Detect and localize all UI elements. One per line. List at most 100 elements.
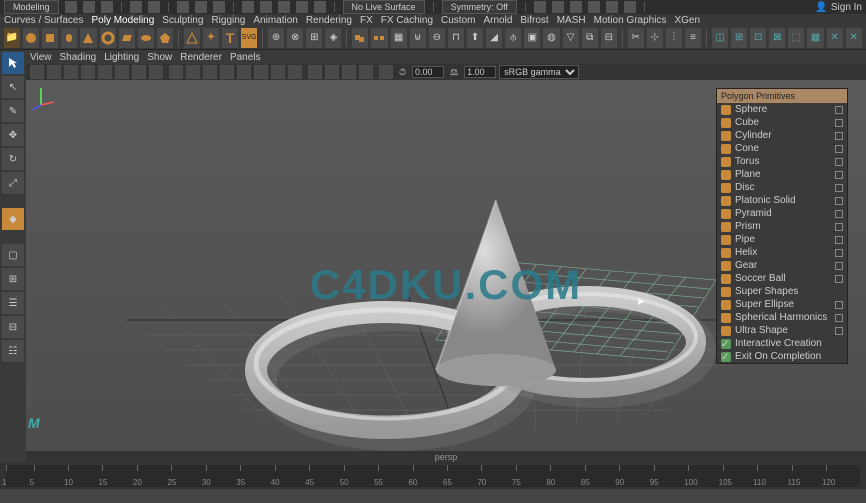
vt-xrayj-icon[interactable] <box>359 65 373 79</box>
mesh6-icon[interactable]: ▦ <box>807 28 823 48</box>
platonic-icon[interactable] <box>157 28 173 48</box>
options-box-icon[interactable] <box>835 171 843 179</box>
primitive-item-pipe[interactable]: Pipe <box>717 233 847 246</box>
vt-time-input[interactable] <box>412 66 444 78</box>
options-box-icon[interactable] <box>835 106 843 114</box>
bridge-icon[interactable]: ⫛ <box>505 28 521 48</box>
options-box-icon[interactable] <box>835 249 843 257</box>
fill-hole-icon[interactable]: ◍ <box>543 28 559 48</box>
viewport-menu-3[interactable]: Show <box>147 52 172 63</box>
playblast-icon[interactable] <box>606 1 618 13</box>
snap-surface-icon[interactable] <box>314 1 326 13</box>
shelf-tab-9[interactable]: Arnold <box>483 15 512 26</box>
vt-scale-input[interactable] <box>464 66 496 78</box>
scale-tool[interactable]: ⤢ <box>2 172 24 194</box>
signin-button[interactable]: 👤 Sign In <box>815 2 862 13</box>
extrude-icon[interactable]: ⬆ <box>467 28 483 48</box>
options-box-icon[interactable] <box>835 314 843 322</box>
snap-plane-icon[interactable] <box>296 1 308 13</box>
shelf-tab-13[interactable]: XGen <box>674 15 700 26</box>
options-box-icon[interactable] <box>835 275 843 283</box>
options-box-icon[interactable] <box>835 184 843 192</box>
shelf-tab-5[interactable]: Rendering <box>306 15 352 26</box>
tool-folder-icon[interactable]: 📁 <box>4 28 20 48</box>
poly-cylinder-icon[interactable] <box>61 28 77 48</box>
quad-draw-icon[interactable]: ⊞ <box>306 28 322 48</box>
vt-tex-icon[interactable] <box>203 65 217 79</box>
options-box-icon[interactable] <box>835 223 843 231</box>
rotate-tool[interactable]: ↻ <box>2 148 24 170</box>
options-box-icon[interactable] <box>835 132 843 140</box>
smooth-icon[interactable]: ▦ <box>391 28 407 48</box>
text-tool-icon[interactable]: T <box>222 28 238 48</box>
primitive-item-interactive-creation[interactable]: ✓Interactive Creation <box>717 337 847 350</box>
shelf-tab-2[interactable]: Sculpting <box>162 15 203 26</box>
viewport-menu-5[interactable]: Panels <box>230 52 261 63</box>
vt-cam-icon[interactable] <box>47 65 61 79</box>
snap-point-icon[interactable] <box>278 1 290 13</box>
append-icon[interactable]: ▣ <box>524 28 540 48</box>
vt-smooth-icon[interactable] <box>186 65 200 79</box>
paint-icon[interactable] <box>213 1 225 13</box>
viewport-menu-2[interactable]: Lighting <box>104 52 139 63</box>
poly-plane-icon[interactable] <box>119 28 135 48</box>
options-box-icon[interactable] <box>835 158 843 166</box>
bool-union-icon[interactable]: ⊎ <box>410 28 426 48</box>
primitive-item-helix[interactable]: Helix <box>717 246 847 259</box>
outliner-icon[interactable] <box>624 1 636 13</box>
new-scene-icon[interactable] <box>65 1 77 13</box>
shelf-tab-3[interactable]: Rigging <box>211 15 245 26</box>
primitive-item-pyramid[interactable]: Pyramid <box>717 207 847 220</box>
vt-shadow-icon[interactable] <box>237 65 251 79</box>
vt-aa-icon[interactable] <box>288 65 302 79</box>
live-surface-selector[interactable]: No Live Surface <box>343 0 425 14</box>
mesh2-icon[interactable]: ⊞ <box>731 28 747 48</box>
move-tool[interactable]: ✥ <box>2 124 24 146</box>
svg-icon[interactable]: ✦ <box>203 28 219 48</box>
connect-icon[interactable]: ⫶ <box>666 28 682 48</box>
primitive-item-cone[interactable]: Cone <box>717 142 847 155</box>
insert-edge-icon[interactable]: ≡ <box>685 28 701 48</box>
options-box-icon[interactable] <box>835 236 843 244</box>
time-ruler[interactable]: 1510152025303540455055606570758085909510… <box>6 465 860 487</box>
lasso-icon[interactable] <box>195 1 207 13</box>
primitive-item-cylinder[interactable]: Cylinder <box>717 129 847 142</box>
snap-curve-icon[interactable] <box>260 1 272 13</box>
poly-torus-icon[interactable] <box>100 28 116 48</box>
bevel-icon[interactable]: ◢ <box>486 28 502 48</box>
svg-import-icon[interactable]: SVG <box>241 28 257 48</box>
options-box-icon[interactable] <box>835 210 843 218</box>
detach-icon[interactable]: ⊟ <box>601 28 617 48</box>
vt-select-icon[interactable] <box>30 65 44 79</box>
poly-type-icon[interactable] <box>184 28 200 48</box>
options-box-icon[interactable] <box>835 145 843 153</box>
primitive-item-platonic-solid[interactable]: Platonic Solid <box>717 194 847 207</box>
shelf-tab-4[interactable]: Animation <box>253 15 297 26</box>
primitive-item-ultra-shape[interactable]: Ultra Shape <box>717 324 847 337</box>
shelf-tab-0[interactable]: Curves / Surfaces <box>4 15 83 26</box>
primitive-item-disc[interactable]: Disc <box>717 181 847 194</box>
symmetry-selector[interactable]: Symmetry: Off <box>442 0 517 14</box>
options-box-icon[interactable] <box>835 197 843 205</box>
vt-motion-icon[interactable] <box>271 65 285 79</box>
primitive-item-soccer-ball[interactable]: Soccer Ball <box>717 272 847 285</box>
vt-film-icon[interactable] <box>132 65 146 79</box>
poly-cube-icon[interactable] <box>42 28 58 48</box>
primitive-item-cube[interactable]: Cube <box>717 116 847 129</box>
shelf-tab-1[interactable]: Poly Modeling <box>91 15 154 26</box>
vt-light-icon[interactable] <box>220 65 234 79</box>
layout-four-icon[interactable]: ⊞ <box>2 268 24 290</box>
timeline[interactable]: 1510152025303540455055606570758085909510… <box>0 463 866 489</box>
shelf-tab-8[interactable]: Custom <box>441 15 475 26</box>
redo-icon[interactable] <box>148 1 160 13</box>
vt-wire-icon[interactable] <box>169 65 183 79</box>
select-icon[interactable] <box>177 1 189 13</box>
last-tool[interactable]: ◆ <box>2 208 24 230</box>
render-settings-icon[interactable] <box>570 1 582 13</box>
vt-iso2-icon[interactable] <box>325 65 339 79</box>
select-tool[interactable] <box>2 52 24 74</box>
layout-list-icon[interactable]: ☷ <box>2 340 24 362</box>
combine-icon[interactable] <box>352 28 368 48</box>
primitive-item-torus[interactable]: Torus <box>717 155 847 168</box>
target-weld-icon[interactable]: ⊹ <box>647 28 663 48</box>
